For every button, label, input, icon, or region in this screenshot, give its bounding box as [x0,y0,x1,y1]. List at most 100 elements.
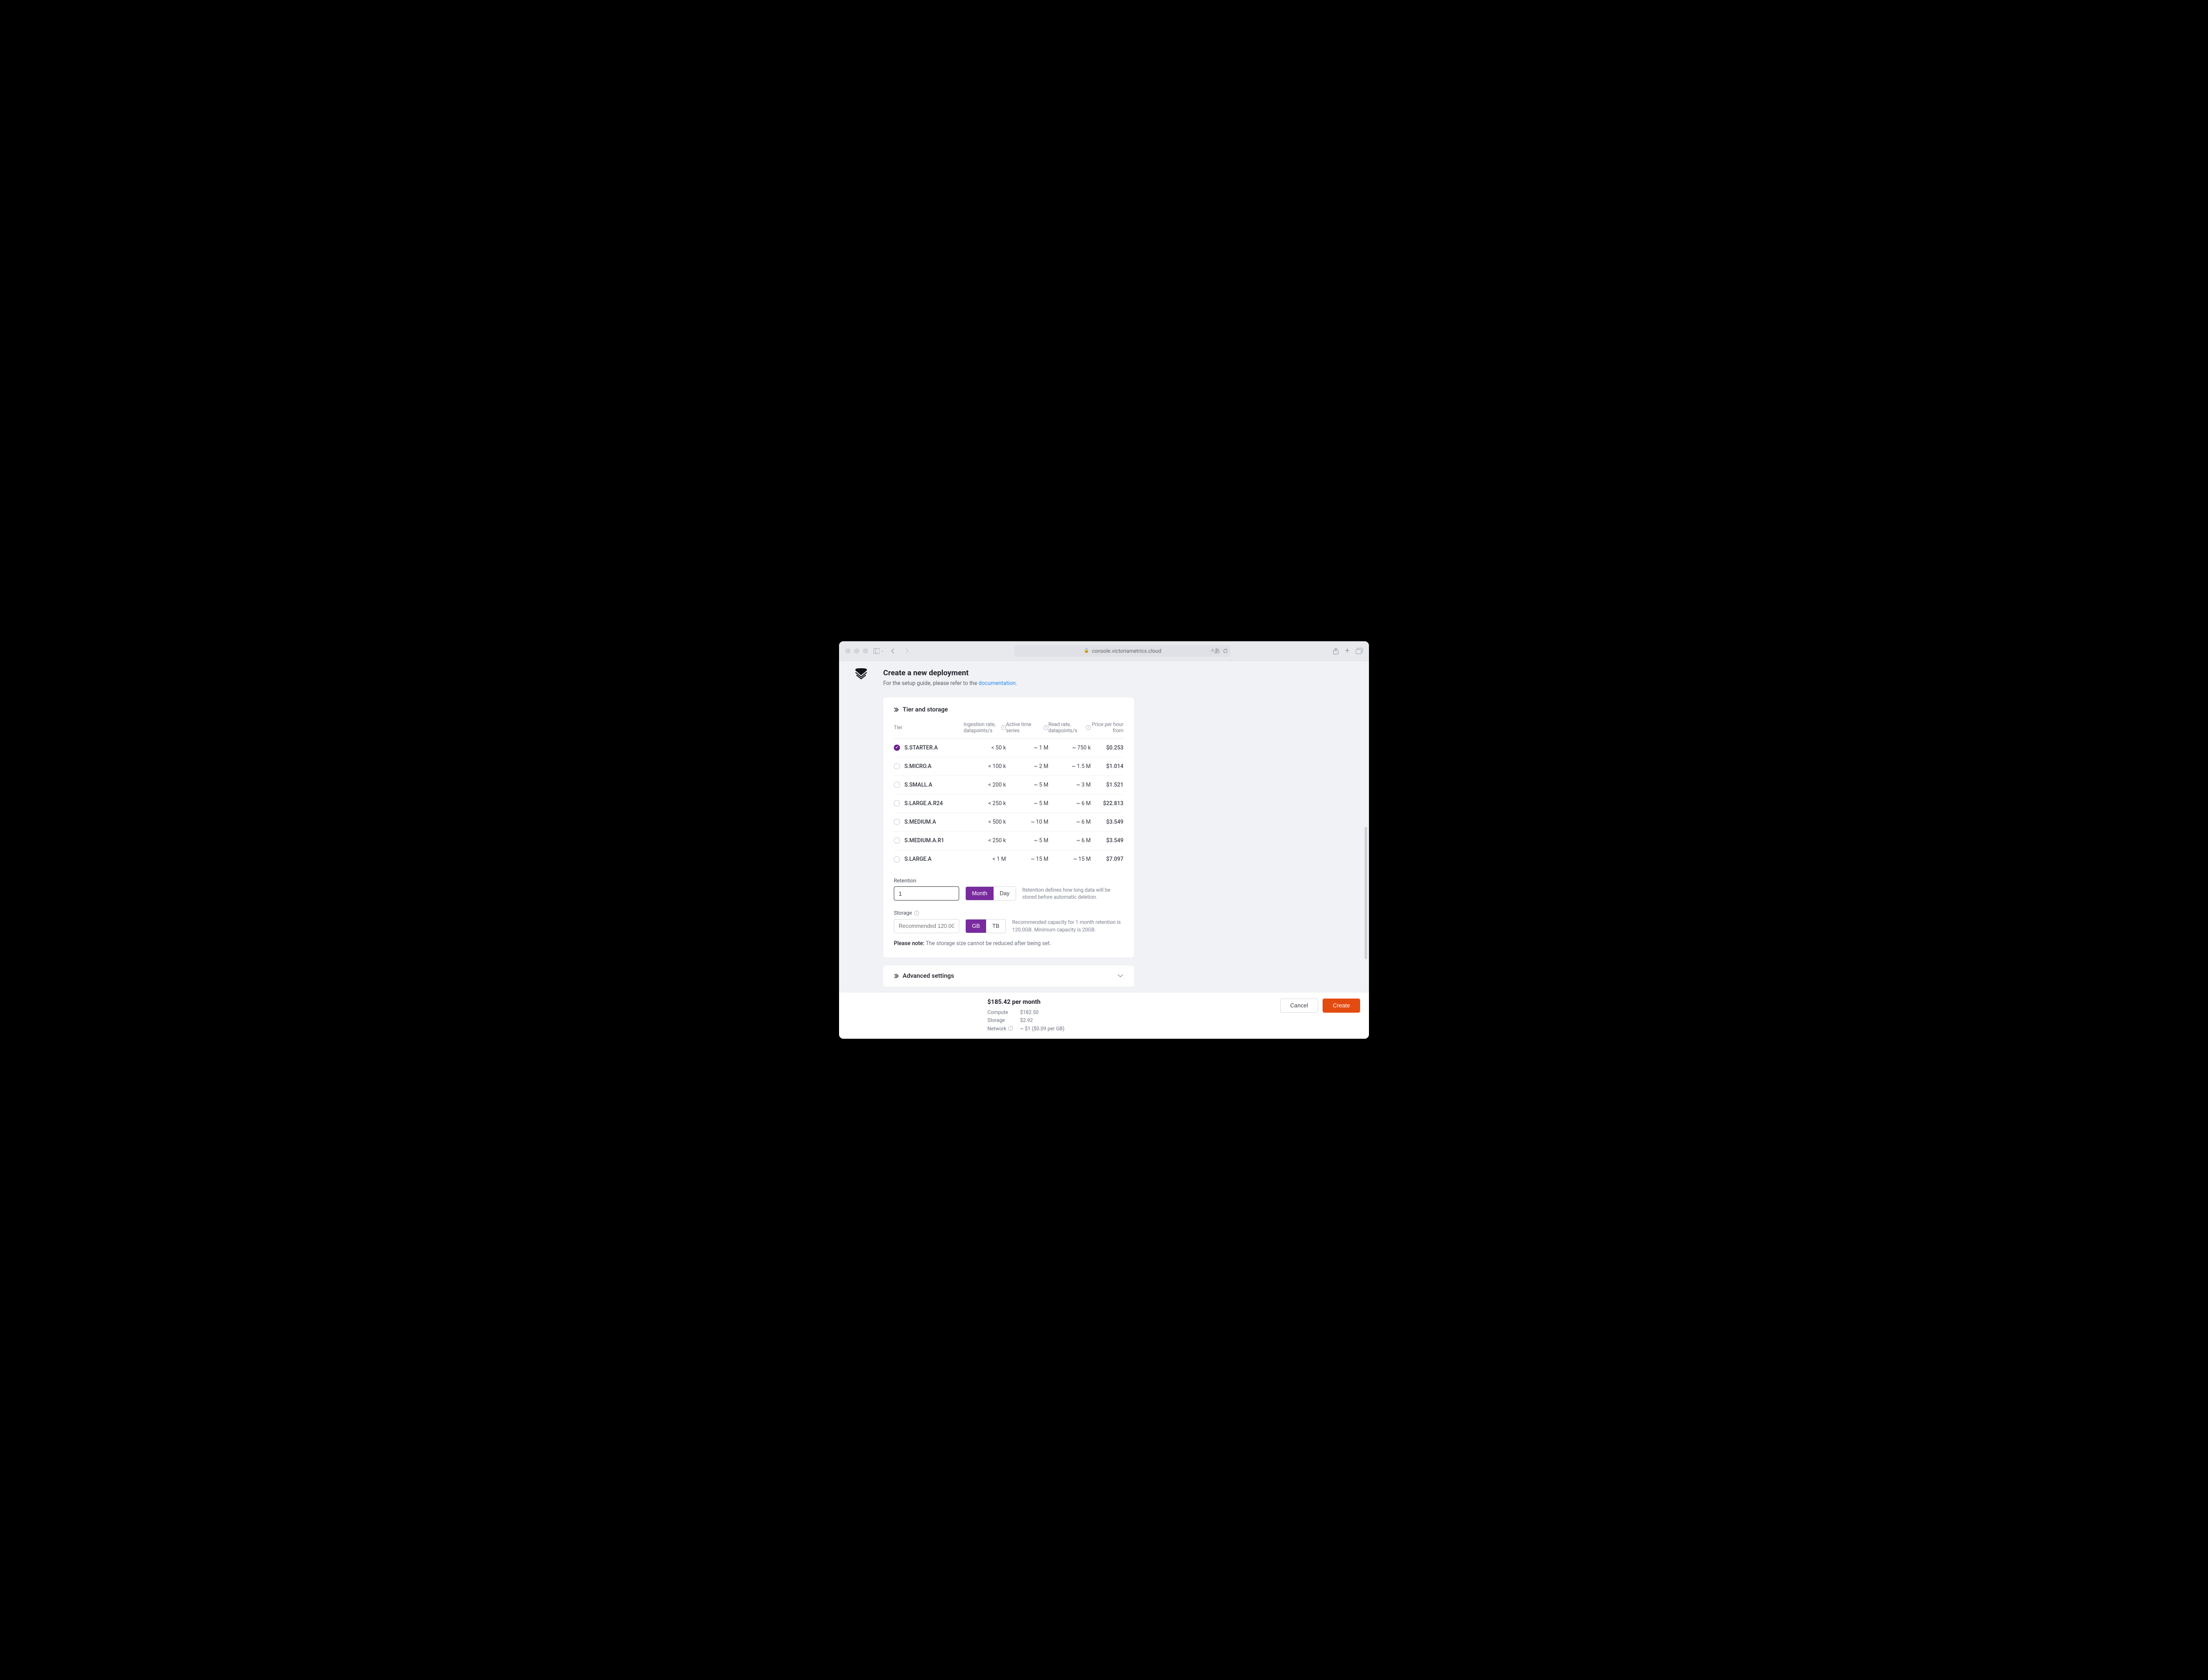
radio-icon[interactable] [894,856,900,863]
radio-icon[interactable] [894,763,900,769]
table-row[interactable]: S.MEDIUM.A.R1< 250 k~ 5 M~ 6 M$3.549 [894,832,1123,850]
chevrons-right-icon [894,707,899,712]
ingestion-value: < 250 k [964,800,1006,807]
info-icon[interactable]: i [1044,725,1048,730]
info-icon[interactable]: i [1086,725,1091,730]
tier-name-text: S.MEDIUM.A.R1 [904,837,944,844]
share-icon[interactable] [1333,647,1339,655]
retention-input[interactable] [894,886,959,901]
cancel-button[interactable]: Cancel [1280,999,1318,1013]
close-window-icon[interactable] [845,648,851,654]
read-value: ~ 6 M [1048,837,1091,844]
storage-help: Recommended capacity for 1 month retenti… [1012,919,1123,933]
page-title: Create a new deployment [883,669,1134,677]
tier-table: Tier Ingestion rate, datapoints/si Activ… [883,721,1134,869]
retention-day-button[interactable]: Day [994,887,1016,900]
tier-name-text: S.LARGE.A.R24 [904,800,943,807]
ingestion-value: < 500 k [964,819,1006,825]
new-tab-icon[interactable]: + [1345,647,1350,655]
price-value: $0.253 [1091,745,1123,751]
radio-icon[interactable] [894,782,900,788]
page-subtitle: For the setup guide, please refer to the… [883,680,1134,687]
storage-note: Please note: The storage size cannot be … [883,940,1134,947]
table-row[interactable]: S.STARTER.A < 50 k~ 1 M~ 750 k$0.253 [894,739,1123,757]
advanced-heading: Advanced settings [903,972,954,980]
retention-field: Retention Month Day Retention defines ho… [883,878,1134,901]
total-price: $185.42 per month [987,999,1223,1006]
table-row[interactable]: S.SMALL.A < 200 k~ 5 M~ 3 M$1.521 [894,776,1123,795]
tier-name-text: S.MEDIUM.A [904,819,936,825]
retention-label: Retention [894,878,1123,884]
read-value: ~ 3 M [1048,782,1091,788]
table-row[interactable]: S.LARGE.A.R24 < 250 k~ 5 M~ 6 M$22.813 [894,795,1123,813]
url-text: console.victoriametrics.cloud [1092,648,1161,654]
retention-month-button[interactable]: Month [966,887,994,900]
radio-icon[interactable] [894,837,900,844]
read-value: ~ 15 M [1048,856,1091,863]
content-area[interactable]: Create a new deployment For the setup gu… [839,661,1369,992]
ingestion-value: < 100 k [964,763,1006,770]
titlebar: ⌄ 🔒 console.victoriametrics.cloud ᴬあ + [839,641,1369,661]
reload-icon[interactable] [1223,648,1228,654]
footer-bar: $185.42 per month Compute$182.50 Storage… [839,992,1369,1039]
create-button[interactable]: Create [1323,999,1360,1013]
col-price: Price per hour from [1091,721,1123,734]
storage-unit-toggle: GB TB [965,919,1006,933]
price-value: $22.813 [1091,800,1123,807]
active-value: ~ 1 M [1006,745,1048,751]
translate-icon[interactable]: ᴬあ [1211,647,1220,655]
storage-field: Storage i GB TB Recommended capacity for… [883,910,1134,933]
chevrons-right-icon [894,973,899,979]
back-button[interactable] [888,646,898,656]
tier-name-text: S.MICRO.A [904,763,931,770]
ingestion-value: < 250 k [964,837,1006,844]
col-read: Read rate, datapoints/si [1048,721,1091,734]
browser-window: ⌄ 🔒 console.victoriametrics.cloud ᴬあ + [839,641,1369,1039]
radio-icon[interactable] [894,819,900,825]
storage-input[interactable] [894,919,959,933]
price-value: $1.521 [1091,782,1123,788]
lock-icon: 🔒 [1084,648,1089,653]
tabs-icon[interactable] [1356,648,1363,654]
table-row[interactable]: S.MICRO.A< 100 k~ 2 M~ 1.5 M$1.014 [894,757,1123,776]
read-value: ~ 1.5 M [1048,763,1091,770]
ingestion-value: < 50 k [964,745,1006,751]
brand-logo-icon[interactable] [854,667,869,682]
window-controls [845,648,868,654]
minimize-window-icon[interactable] [854,648,859,654]
read-value: ~ 6 M [1048,800,1091,807]
advanced-settings-card[interactable]: Advanced settings [883,965,1134,987]
tier-storage-card: Tier and storage Tier Ingestion rate, da… [883,697,1134,957]
table-row[interactable]: S.MEDIUM.A< 500 k~ 10 M~ 6 M$3.549 [894,813,1123,832]
zoom-window-icon[interactable] [863,648,868,654]
storage-tb-button[interactable]: TB [986,919,1006,933]
address-bar[interactable]: 🔒 console.victoriametrics.cloud ᴬあ [1014,645,1231,657]
storage-gb-button[interactable]: GB [966,919,986,933]
sidebar [839,661,883,992]
chevron-down-icon [1117,974,1123,978]
table-header: Tier Ingestion rate, datapoints/si Activ… [894,721,1123,739]
table-row[interactable]: S.LARGE.A< 1 M~ 15 M~ 15 M$7.097 [894,850,1123,869]
info-icon[interactable]: i [914,911,919,916]
ingestion-value: < 200 k [964,782,1006,788]
info-icon[interactable]: i [1001,725,1006,730]
ingestion-value: < 1 M [964,856,1006,863]
tier-name-text: S.SMALL.A [904,782,932,788]
section-heading: Tier and storage [903,706,948,713]
active-value: ~ 5 M [1006,782,1048,788]
radio-icon[interactable] [894,800,900,806]
price-value: $7.097 [1091,856,1123,863]
active-value: ~ 5 M [1006,837,1048,844]
read-value: ~ 750 k [1048,745,1091,751]
info-icon[interactable]: i [1008,1026,1013,1031]
documentation-link[interactable]: documentation [979,680,1016,687]
sidebar-toggle-icon[interactable]: ⌄ [873,646,884,656]
active-value: ~ 15 M [1006,856,1048,863]
col-tier: Tier [894,724,964,730]
tier-name-text: S.STARTER.A [904,745,938,751]
radio-icon[interactable] [894,745,900,751]
active-value: ~ 5 M [1006,800,1048,807]
forward-button[interactable] [902,646,912,656]
price-value: $1.014 [1091,763,1123,770]
active-value: ~ 10 M [1006,819,1048,825]
